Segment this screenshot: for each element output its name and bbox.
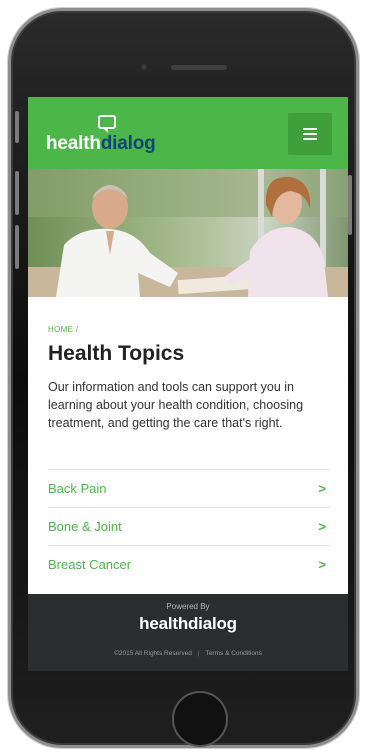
- breadcrumb-separator: /: [75, 325, 79, 334]
- menu-button[interactable]: [288, 113, 332, 155]
- phone-screen: healthdialog HOME / Health Topics Our in…: [28, 97, 348, 671]
- powered-by-label: Powered By: [166, 602, 210, 611]
- topic-item-bone-joint[interactable]: Bone & Joint >: [48, 507, 330, 545]
- mute-switch: [15, 111, 19, 143]
- volume-down-button: [15, 225, 19, 269]
- doctor-patient-photo: [28, 169, 348, 297]
- topic-label: Bone & Joint: [48, 519, 122, 534]
- app-footer: Powered By healthdialog ©2015 All Rights…: [28, 594, 348, 671]
- hero-image: [28, 169, 348, 297]
- topic-list: Back Pain > Bone & Joint > Breast Cancer…: [48, 469, 330, 583]
- breadcrumb: HOME /: [48, 325, 330, 334]
- app-header: healthdialog: [28, 97, 348, 169]
- logo-health: health: [46, 133, 101, 154]
- chevron-right-icon: >: [318, 481, 326, 496]
- volume-up-button: [15, 171, 19, 215]
- page-title: Health Topics: [48, 342, 185, 365]
- hamburger-icon-line: [303, 138, 317, 140]
- speech-bubble-icon: [98, 115, 116, 133]
- footer-legal: ©2015 All Rights Reserved | Terms & Cond…: [28, 650, 348, 657]
- terms-link[interactable]: Terms & Conditions: [206, 650, 262, 657]
- earpiece-speaker: [171, 65, 227, 70]
- front-camera: [140, 63, 148, 71]
- topic-item-back-pain[interactable]: Back Pain >: [48, 469, 330, 507]
- chevron-right-icon: >: [318, 557, 326, 572]
- breadcrumb-home[interactable]: HOME: [48, 325, 73, 334]
- copyright-text: ©2015 All Rights Reserved: [114, 650, 192, 657]
- logo-text: healthdialog: [46, 133, 156, 155]
- chevron-right-icon: >: [318, 519, 326, 534]
- page-intro: Our information and tools can support yo…: [48, 380, 304, 430]
- home-button: [172, 691, 228, 747]
- hamburger-icon-line: [303, 133, 317, 135]
- topic-item-breast-cancer[interactable]: Breast Cancer >: [48, 545, 330, 583]
- main-content: HOME / Health Topics Our information and…: [48, 325, 330, 432]
- topic-label: Back Pain: [48, 481, 107, 496]
- topic-label: Breast Cancer: [48, 557, 132, 572]
- legal-separator: |: [197, 650, 200, 657]
- power-button: [348, 175, 352, 235]
- logo-dialog: dialog: [100, 133, 156, 154]
- footer-logo[interactable]: healthdialog: [28, 614, 348, 634]
- hamburger-icon-line: [303, 128, 317, 130]
